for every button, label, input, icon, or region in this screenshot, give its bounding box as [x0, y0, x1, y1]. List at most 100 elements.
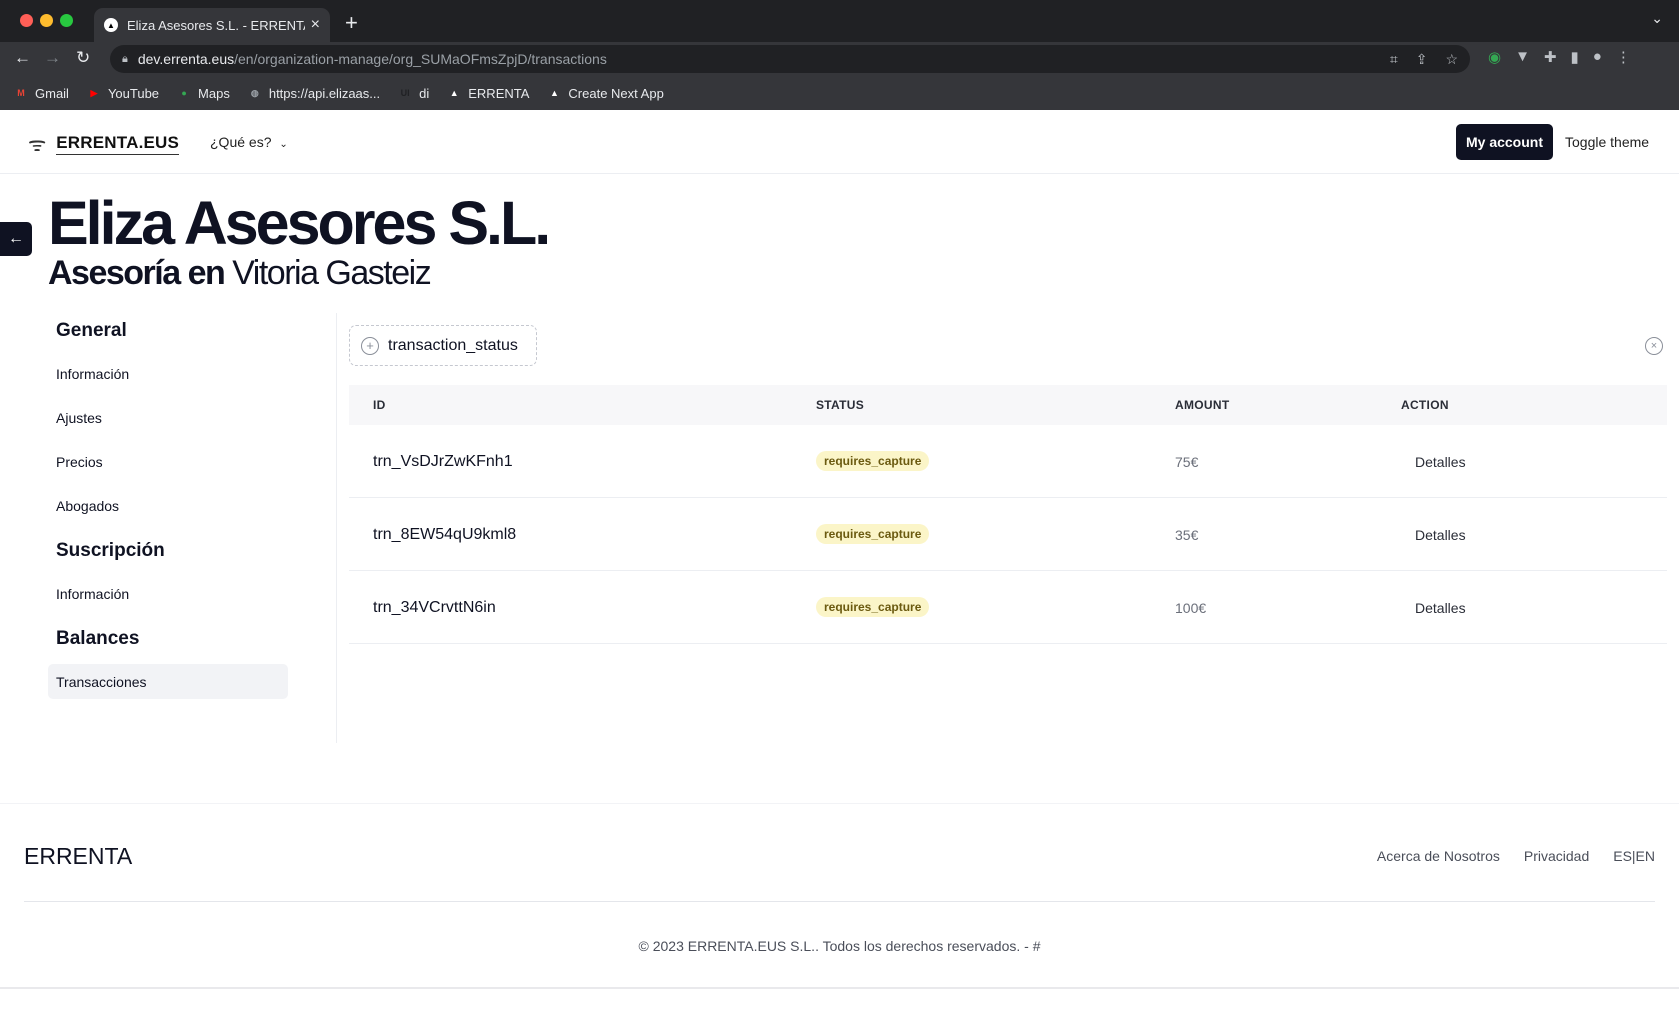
extension-v-icon[interactable]: ▼: [1515, 48, 1530, 66]
transactions-table: ID STATUS AMOUNT ACTION trn_VsDJrZwKFnh1…: [349, 385, 1667, 644]
bookmark-item[interactable]: ▶ YouTube: [87, 86, 159, 101]
footer-links: Acerca de Nosotros Privacidad ES|EN: [1377, 848, 1655, 864]
maximize-window-button[interactable]: [60, 14, 73, 27]
tab-strip: ▲ Eliza Asesores S.L. - ERRENTA × + ⌄: [0, 0, 1679, 42]
language-switch[interactable]: ES|EN: [1613, 848, 1655, 864]
lock-icon[interactable]: 🔒︎: [122, 53, 128, 66]
transaction-id: trn_8EW54qU9kml8: [373, 526, 517, 543]
bookmark-label: https://api.elizaas...: [268, 85, 381, 101]
bookmarks-bar: M Gmail ▶ YouTube ● Maps ◍ https://api.elizaas.…: [0, 76, 1679, 110]
sidebar-item-precios[interactable]: Precios: [48, 444, 288, 479]
bookmark-star-icon[interactable]: ☆: [1445, 51, 1458, 68]
table-header: ID STATUS AMOUNT ACTION: [349, 385, 1667, 425]
column-header-status: STATUS: [816, 398, 865, 412]
tab-close-icon[interactable]: ×: [311, 16, 320, 34]
transaction-amount: 100€: [1175, 600, 1207, 616]
bookmark-item[interactable]: ▲ Create Next App: [547, 85, 664, 101]
sidebar-divider: [336, 313, 337, 743]
triangle-icon: ▲: [549, 88, 559, 98]
toggle-theme-button[interactable]: Toggle theme: [1565, 134, 1649, 150]
gmail-icon: M: [17, 88, 25, 98]
footer-link-about[interactable]: Acerca de Nosotros: [1377, 848, 1500, 864]
bookmark-label: Create Next App: [568, 85, 664, 101]
que-es-menu[interactable]: ¿Qué es? ⌄: [210, 134, 288, 150]
column-header-amount: AMOUNT: [1175, 398, 1230, 412]
details-button[interactable]: Detalles: [1415, 454, 1466, 470]
translate-icon[interactable]: ⌗: [1390, 51, 1398, 68]
profile-avatar-icon[interactable]: ●: [1593, 48, 1602, 66]
new-tab-icon[interactable]: +: [345, 10, 358, 36]
address-bar[interactable]: 🔒︎ dev.errenta.eus /en/organization-mana…: [110, 45, 1470, 73]
tab-search-chevron-icon[interactable]: ⌄: [1651, 10, 1663, 27]
youtube-icon: ▶: [90, 87, 98, 98]
copyright-text: © 2023 ERRENTA.EUS S.L.. Todos los derec…: [638, 938, 1041, 954]
footer-brand: ERRENTA: [24, 843, 133, 869]
address-bar-actions: ⌗ ⇪ ☆: [1390, 51, 1458, 68]
transaction-amount: 75€: [1175, 454, 1199, 470]
sidebar-heading-balances: Balances: [56, 628, 140, 649]
bookmark-item[interactable]: ◍ https://api.elizaas...: [248, 86, 380, 101]
column-header-id: ID: [373, 398, 386, 412]
reload-icon[interactable]: ↻: [76, 48, 90, 68]
page: ᯤ ERRENTA.EUS ¿Qué es? ⌄ My account Togg…: [0, 110, 1679, 1032]
url-host: dev.errenta.eus: [137, 51, 235, 67]
footer-divider: [24, 901, 1655, 902]
close-window-button[interactable]: [20, 14, 33, 27]
bookmark-item[interactable]: UI di: [398, 85, 430, 101]
browser-tab[interactable]: ▲ Eliza Asesores S.L. - ERRENTA ×: [94, 8, 330, 42]
extensions-puzzle-icon[interactable]: ✚: [1544, 48, 1557, 66]
back-arrow-icon[interactable]: ←: [14, 48, 31, 68]
bookmark-item[interactable]: M Gmail: [14, 86, 69, 101]
sidebar-heading-suscripcion: Suscripción: [56, 540, 165, 561]
extensions-area: ◉ ▼ ✚ ▮ ● ⋮: [1488, 48, 1631, 66]
sidebar-heading-general: General: [56, 320, 127, 341]
bookmark-item[interactable]: ● Maps: [177, 86, 230, 101]
sidebar-item-suscripcion-informacion[interactable]: Información: [48, 576, 288, 611]
footer-link-privacy[interactable]: Privacidad: [1524, 848, 1589, 864]
organization-subtitle: Asesoría en Vitoria Gasteiz: [48, 254, 432, 293]
status-badge: requires_capture: [816, 451, 930, 471]
chevron-down-icon: ⌄: [279, 139, 288, 150]
bookmark-item[interactable]: ▲ ERRENTA: [447, 85, 530, 101]
sidebar-item-informacion[interactable]: Información: [48, 356, 288, 391]
organization-name: Eliza Asesores S.L.: [48, 189, 551, 257]
ui-icon: UI: [400, 88, 410, 98]
table-row: trn_34VCrvttN6in requires_capture 100€ D…: [349, 571, 1667, 644]
back-button[interactable]: ←: [0, 222, 32, 256]
forward-arrow-icon[interactable]: →: [44, 48, 61, 68]
maps-icon: ●: [181, 88, 187, 98]
clear-filter-icon[interactable]: ×: [1645, 337, 1663, 355]
share-icon[interactable]: ⇪: [1416, 51, 1428, 68]
bookmark-label: ERRENTA: [468, 85, 530, 101]
details-button[interactable]: Detalles: [1415, 527, 1466, 543]
arrow-left-icon: ←: [8, 230, 24, 247]
my-account-button[interactable]: My account: [1456, 124, 1553, 160]
footer-separator: [0, 803, 1679, 804]
fingerprint-icon: ᯤ: [28, 134, 47, 156]
transaction-amount: 35€: [1175, 527, 1199, 543]
url-path: /en/organization-manage/org_SUMaOFmsZpjD…: [234, 51, 607, 67]
site-header: ᯤ ERRENTA.EUS ¿Qué es? ⌄ My account Togg…: [0, 110, 1679, 174]
que-es-label: ¿Qué es?: [210, 134, 272, 150]
browser-chrome: ▲ Eliza Asesores S.L. - ERRENTA × + ⌄ ← …: [0, 0, 1679, 110]
sidebar-item-abogados[interactable]: Abogados: [48, 488, 288, 523]
transaction-id: trn_34VCrvttN6in: [373, 599, 496, 616]
site-logo[interactable]: ᯤ ERRENTA.EUS: [28, 130, 180, 157]
sidebar-item-transacciones[interactable]: Transacciones: [48, 664, 288, 699]
tab-favicon-icon: ▲: [104, 18, 118, 32]
details-button[interactable]: Detalles: [1415, 600, 1466, 616]
subtitle-prefix: Asesoría en: [48, 254, 226, 292]
table-row: trn_VsDJrZwKFnh1 requires_capture 75€ De…: [349, 425, 1667, 498]
status-badge: requires_capture: [816, 524, 930, 544]
bookmark-label: di: [419, 85, 430, 101]
subtitle-location: Vitoria Gasteiz: [232, 254, 431, 292]
minimize-window-button[interactable]: [40, 14, 53, 27]
triangle-icon: ▲: [449, 88, 459, 98]
browser-menu-icon[interactable]: ⋮: [1616, 48, 1631, 66]
transaction-id: trn_VsDJrZwKFnh1: [373, 453, 513, 470]
side-panel-icon[interactable]: ▮: [1571, 48, 1579, 66]
extension-circle-icon[interactable]: ◉: [1488, 48, 1501, 66]
sidebar-item-ajustes[interactable]: Ajustes: [48, 400, 288, 435]
status-filter-button[interactable]: + transaction_status: [349, 325, 537, 366]
logo-text: ERRENTA.EUS: [56, 133, 180, 155]
